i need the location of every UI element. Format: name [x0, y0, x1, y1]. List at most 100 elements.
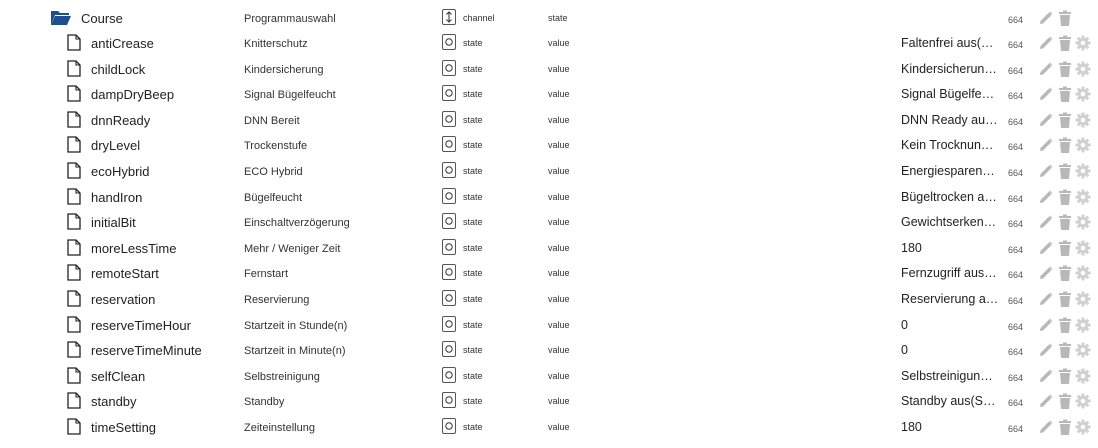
gear-icon[interactable] — [1075, 342, 1091, 358]
item-acl: 664 — [1008, 296, 1024, 306]
pencil-icon[interactable] — [1038, 317, 1054, 333]
trash-icon[interactable] — [1057, 419, 1073, 435]
gear-icon[interactable] — [1075, 368, 1091, 384]
trash-icon[interactable] — [1057, 214, 1073, 230]
trash-icon[interactable] — [1057, 189, 1073, 205]
item-value[interactable]: DNN Ready au… — [901, 113, 1001, 127]
pencil-icon[interactable] — [1038, 368, 1054, 384]
pencil-icon[interactable] — [1038, 61, 1054, 77]
pencil-icon[interactable] — [1038, 112, 1054, 128]
item-name: selfClean — [91, 369, 146, 384]
pencil-icon[interactable] — [1038, 35, 1054, 51]
item-value[interactable]: Kindersicherun… — [901, 62, 1001, 76]
item-value[interactable]: Signal Bügelfe… — [901, 87, 1001, 101]
trash-icon[interactable] — [1057, 10, 1073, 26]
trash-icon[interactable] — [1057, 112, 1073, 128]
gear-icon[interactable] — [1075, 393, 1091, 409]
gear-icon[interactable] — [1075, 214, 1091, 230]
tree-row-dryLevel[interactable]: dryLevel Trockenstufe state value Kein Trock… — [0, 136, 1098, 161]
file-icon — [67, 290, 81, 307]
tree-row-initialBit[interactable]: initialBit Einschaltverzögerung state value… — [0, 213, 1098, 238]
gear-icon[interactable] — [1075, 35, 1091, 51]
gear-icon[interactable] — [1075, 240, 1091, 256]
trash-icon[interactable] — [1057, 265, 1073, 281]
trash-icon[interactable] — [1057, 317, 1073, 333]
item-value[interactable]: Selbstreinigun… — [901, 369, 1001, 383]
item-value[interactable]: 0 — [901, 343, 1001, 357]
item-value[interactable]: Reservierung a… — [901, 292, 1001, 306]
tree-row-timeSetting[interactable]: timeSetting Zeiteinstellung state value 180 6… — [0, 418, 1098, 443]
item-acl: 664 — [1008, 194, 1024, 204]
tree-row-remoteStart[interactable]: remoteStart Fernstart state value Fernzugrif… — [0, 264, 1098, 289]
gear-icon[interactable] — [1075, 112, 1091, 128]
file-icon — [67, 392, 81, 409]
item-value[interactable]: Kein Trocknun… — [901, 138, 1001, 152]
item-value[interactable]: Gewichtserken… — [901, 215, 1001, 229]
item-value[interactable]: Bügeltrocken a… — [901, 190, 1001, 204]
tree-row-standby[interactable]: standby Standby state value Standby aus(S… 66… — [0, 392, 1098, 417]
item-value[interactable]: 180 — [901, 241, 1001, 255]
pencil-icon[interactable] — [1038, 86, 1054, 102]
pencil-icon[interactable] — [1038, 163, 1054, 179]
pencil-icon[interactable] — [1038, 137, 1054, 153]
trash-icon[interactable] — [1057, 163, 1073, 179]
folder-open-icon[interactable] — [50, 10, 72, 26]
trash-icon[interactable] — [1057, 291, 1073, 307]
trash-icon[interactable] — [1057, 342, 1073, 358]
tree-row-childLock[interactable]: childLock Kindersicherung state value Kinder… — [0, 60, 1098, 85]
trash-icon[interactable] — [1057, 86, 1073, 102]
item-type: state — [463, 371, 483, 381]
item-description: DNN Bereit — [244, 115, 300, 127]
item-value[interactable]: Fernzugriff aus… — [901, 266, 1001, 280]
item-description: Zeiteinstellung — [244, 422, 315, 434]
state-icon — [442, 341, 456, 357]
tree-row-handIron[interactable]: handIron Bügelfeucht state value Bügeltrocke… — [0, 188, 1098, 213]
pencil-icon[interactable] — [1038, 342, 1054, 358]
gear-icon[interactable] — [1075, 189, 1091, 205]
tree-row-selfClean[interactable]: selfClean Selbstreinigung state value Selbst… — [0, 367, 1098, 392]
gear-icon[interactable] — [1075, 291, 1091, 307]
trash-icon[interactable] — [1057, 61, 1073, 77]
pencil-icon[interactable] — [1038, 10, 1054, 26]
tree-row-ecoHybrid[interactable]: ecoHybrid ECO Hybrid state value Energiespar… — [0, 162, 1098, 187]
pencil-icon[interactable] — [1038, 393, 1054, 409]
trash-icon[interactable] — [1057, 137, 1073, 153]
tree-row-reserveTimeMinute[interactable]: reserveTimeMinute Startzeit in Minute(n) s… — [0, 341, 1098, 366]
item-value[interactable]: 180 — [901, 420, 1001, 434]
item-description: Signal Bügelfeucht — [244, 89, 336, 101]
gear-icon[interactable] — [1075, 317, 1091, 333]
gear-icon[interactable] — [1075, 86, 1091, 102]
tree-row-reservation[interactable]: reservation Reservierung state value Reservi… — [0, 290, 1098, 315]
pencil-icon[interactable] — [1038, 291, 1054, 307]
gear-icon[interactable] — [1075, 61, 1091, 77]
pencil-icon[interactable] — [1038, 265, 1054, 281]
tree-row-antiCrease[interactable]: antiCrease Knitterschutz state value Faltenf… — [0, 34, 1098, 59]
pencil-icon[interactable] — [1038, 214, 1054, 230]
trash-icon[interactable] — [1057, 368, 1073, 384]
item-name: moreLessTime — [91, 241, 177, 256]
trash-icon[interactable] — [1057, 393, 1073, 409]
pencil-icon[interactable] — [1038, 240, 1054, 256]
item-value[interactable]: Energiesparen… — [901, 164, 1001, 178]
item-value[interactable]: Faltenfrei aus(… — [901, 36, 1001, 50]
tree-row-folder[interactable]: Course Programmauswahl channel state 664 — [0, 9, 1098, 34]
item-value[interactable]: 0 — [901, 318, 1001, 332]
tree-row-reserveTimeHour[interactable]: reserveTimeHour Startzeit in Stunde(n) sta… — [0, 316, 1098, 341]
item-name: remoteStart — [91, 266, 159, 281]
gear-icon[interactable] — [1075, 163, 1091, 179]
gear-icon[interactable] — [1075, 265, 1091, 281]
trash-icon[interactable] — [1057, 240, 1073, 256]
gear-icon[interactable] — [1075, 419, 1091, 435]
item-type: state — [463, 140, 483, 150]
trash-icon[interactable] — [1057, 35, 1073, 51]
gear-icon[interactable] — [1075, 137, 1091, 153]
pencil-icon[interactable] — [1038, 419, 1054, 435]
file-icon — [67, 367, 81, 384]
tree-row-dampDryBeep[interactable]: dampDryBeep Signal Bügelfeucht state value S… — [0, 85, 1098, 110]
pencil-icon[interactable] — [1038, 189, 1054, 205]
tree-row-moreLessTime[interactable]: moreLessTime Mehr / Weniger Zeit state valu… — [0, 239, 1098, 264]
item-value[interactable]: Standby aus(S… — [901, 394, 1001, 408]
file-icon — [67, 111, 81, 128]
tree-row-dnnReady[interactable]: dnnReady DNN Bereit state value DNN Ready au… — [0, 111, 1098, 136]
state-icon — [442, 392, 456, 408]
